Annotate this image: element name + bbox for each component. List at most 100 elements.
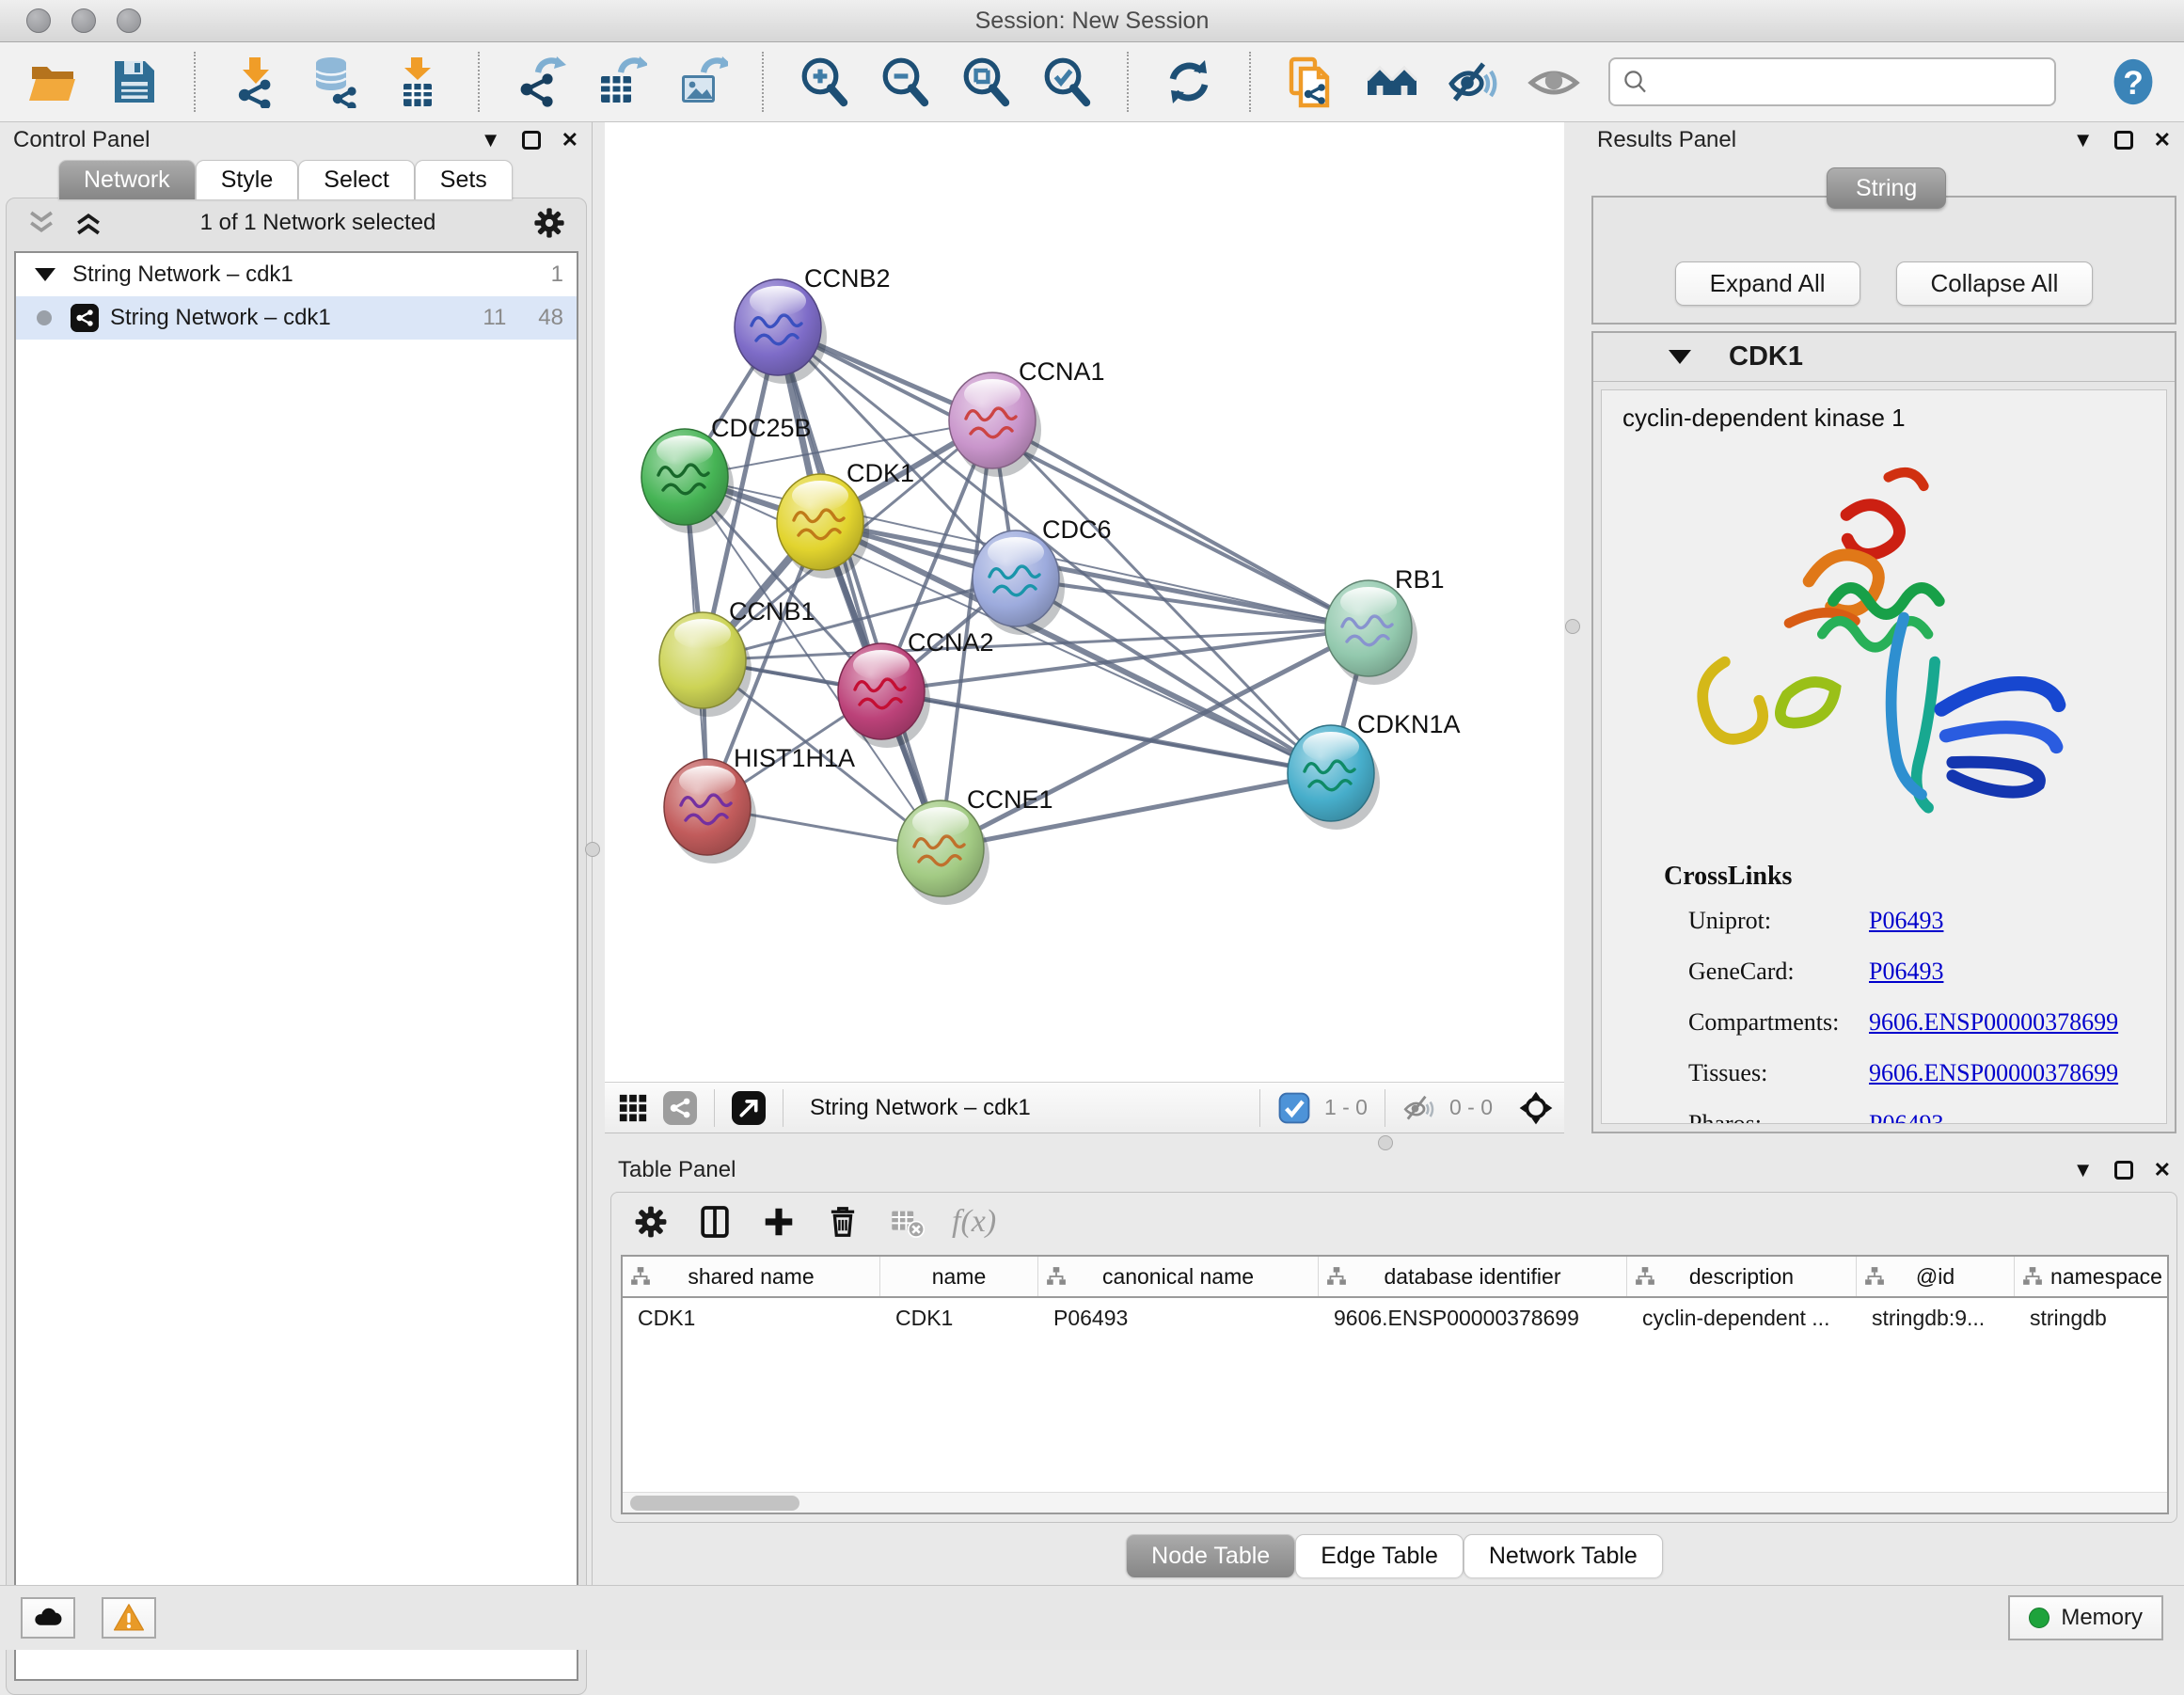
node-RB1[interactable]: RB1 (1325, 565, 1445, 685)
table-row[interactable]: CDK1CDK1P064939606.ENSP00000378699cyclin… (623, 1298, 2167, 1338)
zoom-fit-icon[interactable] (959, 55, 1012, 108)
tab-node-table[interactable]: Node Table (1126, 1534, 1295, 1577)
node-label-CDC25B: CDC25B (711, 414, 812, 442)
panel-float-icon[interactable] (522, 131, 541, 150)
crosslink-label: Uniprot: (1688, 907, 1869, 935)
panel-menu-icon[interactable]: ▼ (481, 130, 501, 150)
network-view-icon[interactable] (663, 1091, 697, 1125)
hidden-items-eye-slash-icon[interactable] (1402, 1091, 1436, 1125)
crosslink-row: Pharos:P06493 (1688, 1110, 2166, 1124)
horizontal-splitter-handle[interactable] (1378, 1135, 1393, 1150)
status-bar: Memory (0, 1585, 2184, 1650)
import-table-icon[interactable] (391, 55, 444, 108)
svg-text:?: ? (2123, 65, 2144, 102)
import-network-icon[interactable] (229, 55, 282, 108)
create-column-icon[interactable] (760, 1203, 798, 1241)
node-CCNA1[interactable]: CCNA1 (949, 357, 1105, 477)
column-header-database-identifier[interactable]: database identifier (1319, 1257, 1627, 1296)
expand-all-button[interactable]: Expand All (1675, 261, 1860, 306)
gene-collapse-icon[interactable] (1669, 350, 1691, 364)
column-header-namespace[interactable]: namespace (2015, 1257, 2169, 1296)
detach-view-icon[interactable] (732, 1091, 766, 1125)
birds-eye-crosshair-icon[interactable] (1519, 1091, 1553, 1125)
column-label: name (932, 1264, 987, 1290)
warnings-button[interactable] (102, 1597, 156, 1639)
grid-view-icon[interactable] (616, 1091, 650, 1125)
column-header-shared-name[interactable]: shared name (623, 1257, 880, 1296)
tab-select[interactable]: Select (298, 160, 414, 199)
tab-network-table[interactable]: Network Table (1464, 1534, 1663, 1577)
collapse-all-networks-icon[interactable] (72, 207, 104, 239)
node-label-HIST1H1A: HIST1H1A (734, 744, 855, 772)
export-network-icon[interactable] (514, 55, 566, 108)
delete-column-trash-icon[interactable] (824, 1203, 862, 1241)
tab-sets[interactable]: Sets (415, 160, 513, 199)
collapse-all-button[interactable]: Collapse All (1896, 261, 2094, 306)
right-splitter-handle[interactable] (1565, 619, 1580, 634)
first-neighbors-icon[interactable] (1366, 55, 1418, 108)
zoom-in-icon[interactable] (798, 55, 850, 108)
zoom-window-button[interactable] (117, 8, 141, 33)
crosslink-value-link[interactable]: 9606.ENSP00000378699 (1869, 1008, 2118, 1037)
crosslink-value-link[interactable]: P06493 (1869, 958, 1943, 986)
node-HIST1H1A[interactable]: HIST1H1A (664, 744, 855, 863)
zoom-out-icon[interactable] (878, 55, 931, 108)
tab-network[interactable]: Network (58, 160, 196, 199)
crosslink-value-link[interactable]: 9606.ENSP00000378699 (1869, 1059, 2118, 1087)
node-CCNE1[interactable]: CCNE1 (897, 785, 1053, 905)
open-session-icon[interactable] (26, 55, 79, 108)
save-session-icon[interactable] (107, 55, 160, 108)
network-row[interactable]: String Network – cdk1 11 48 (16, 296, 577, 340)
panel-close-icon[interactable]: ✕ (2154, 130, 2171, 150)
panel-menu-icon[interactable]: ▼ (2073, 130, 2094, 150)
toolbar-separator (1249, 52, 1251, 112)
export-table-icon[interactable] (594, 55, 647, 108)
panel-close-icon[interactable]: ✕ (562, 130, 578, 150)
results-panel: Results Panel ▼ ✕ String Expand All Coll… (1584, 122, 2184, 1133)
left-splitter-handle[interactable] (585, 842, 600, 857)
apply-layout-refresh-icon[interactable] (1163, 55, 1215, 108)
crosslink-value-link[interactable]: P06493 (1869, 1110, 1943, 1124)
column-header-name[interactable]: name (880, 1257, 1038, 1296)
memory-label: Memory (2061, 1605, 2143, 1631)
panel-float-icon[interactable] (2114, 1161, 2133, 1180)
network-collection-row[interactable]: String Network – cdk1 1 (16, 253, 577, 296)
node-label-CCNB2: CCNB2 (804, 264, 891, 293)
node-CCNA2[interactable]: CCNA2 (838, 628, 994, 748)
table-cell: stringdb (2015, 1306, 2169, 1331)
table-tabs: Node TableEdge TableNetwork Table (605, 1534, 2184, 1577)
scrollbar-thumb[interactable] (630, 1496, 799, 1511)
table-options-gear-icon[interactable] (632, 1203, 670, 1241)
node-CDKN1A[interactable]: CDKN1A (1288, 710, 1461, 830)
tab-edge-table[interactable]: Edge Table (1295, 1534, 1464, 1577)
zoom-selected-icon[interactable] (1040, 55, 1093, 108)
search-input[interactable] (1657, 69, 2043, 95)
hide-selected-icon[interactable] (1447, 55, 1499, 108)
panel-menu-icon[interactable]: ▼ (2073, 1160, 2094, 1180)
import-network-from-database-icon[interactable] (310, 55, 363, 108)
close-window-button[interactable] (26, 8, 51, 33)
panel-close-icon[interactable]: ✕ (2154, 1160, 2171, 1180)
export-image-icon[interactable] (675, 55, 728, 108)
show-all-icon[interactable] (1527, 55, 1580, 108)
tab-style[interactable]: Style (196, 160, 299, 199)
cloud-status-button[interactable] (21, 1597, 75, 1639)
memory-button[interactable]: Memory (2008, 1595, 2163, 1640)
expand-all-networks-icon[interactable] (25, 207, 57, 239)
panel-float-icon[interactable] (2114, 131, 2133, 150)
network-options-gear-icon[interactable] (531, 205, 567, 241)
column-header-id[interactable]: @id (1857, 1257, 2015, 1296)
crosslink-value-link[interactable]: P06493 (1869, 907, 1943, 935)
minimize-window-button[interactable] (71, 8, 96, 33)
clone-network-icon[interactable] (1285, 55, 1337, 108)
collection-expand-icon[interactable] (35, 268, 55, 281)
column-header-canonical-name[interactable]: canonical name (1038, 1257, 1319, 1296)
help-icon[interactable]: ? (2109, 57, 2158, 106)
cloud-icon (31, 1601, 65, 1635)
network-canvas[interactable]: CCNB2CCNA1CDC25BCDK1CDC6RB1CCNB1CCNA2CDK… (605, 122, 1564, 1082)
tab-string[interactable]: String (1827, 167, 1946, 209)
table-cell: CDK1 (623, 1306, 880, 1331)
selected-nodes-checkbox-icon[interactable] (1277, 1091, 1311, 1125)
column-header-description[interactable]: description (1627, 1257, 1857, 1296)
show-columns-icon[interactable] (696, 1203, 734, 1241)
